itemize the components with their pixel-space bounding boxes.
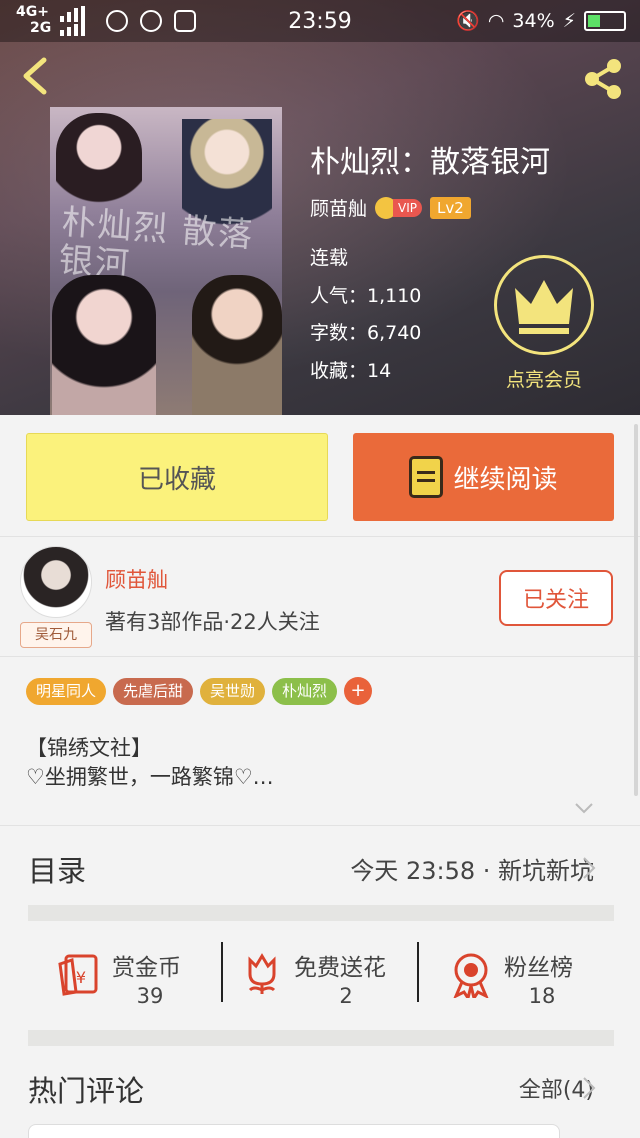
reward-coins-stat[interactable]: ¥ 赏金币 39 [28,922,220,1022]
fans-ranking-stat[interactable]: 粉丝榜 18 [420,922,614,1022]
tag-item[interactable]: 明星同人 [26,677,107,705]
book-header: 朴灿烈 散落银河 朴灿烈：散落银河 顾苗舢 VIP Lv2 连载 人气：1,11… [0,0,640,415]
toc-title[interactable]: 目录 [28,848,86,890]
member-crown-button[interactable] [494,255,594,355]
tag-item[interactable]: 朴灿烈 [272,677,338,705]
tag-list: 明星同人 先虐后甜 吴世勋 朴灿烈 + [26,677,373,705]
tag-item[interactable]: 先虐后甜 [113,677,194,705]
member-label[interactable]: 点亮会员 [480,365,608,392]
hot-comments-title: 热门评论 [28,1074,145,1108]
toc-latest-update[interactable]: 今天 23:58 · 新坑新坑 [350,851,594,886]
medal-icon [453,953,489,998]
word-count: 字数：6,740 [310,322,422,344]
back-button[interactable] [18,56,54,96]
battery-icon [584,10,626,31]
author-card-name[interactable]: 顾苗舢 [105,564,168,594]
battery-percent: 34% [512,9,555,32]
popularity-count: 人气：1,110 [310,285,422,307]
stats-row: ¥ 赏金币 39 免费送花 2 粉丝榜 18 [28,922,614,1022]
expand-chevron-down-icon[interactable] [574,798,594,818]
serial-status: 连载 [310,247,349,269]
level-badge: Lv2 [430,196,471,219]
wifi-icon: ◠ [487,9,505,32]
red-envelope-icon: ¥ [58,954,98,996]
crown-icon [515,280,573,334]
author-row: 顾苗舢 VIP Lv2 [310,194,471,221]
toc-chevron-right-icon[interactable] [582,856,596,880]
favorites-count: 收藏：14 [310,360,392,382]
charging-icon: ⚡ [562,9,576,32]
author-info: 著有3部作品·22人关注 [105,610,320,634]
mute-icon: 🔇 [456,10,480,32]
continue-reading-button[interactable]: 继续阅读 [353,433,614,521]
scrollbar[interactable] [634,424,638,796]
book-icon [409,456,444,498]
free-flowers-stat[interactable]: 免费送花 2 [224,922,416,1022]
flower-icon [248,953,276,994]
follow-button[interactable]: 已关注 [499,570,613,626]
status-bar: 4G+ 2G 23:59 🔇 ◠ 34% ⚡ [0,0,640,42]
book-description[interactable]: 【锦绣文社】 ♡坐拥繁世，一路繁锦♡… [26,734,274,792]
svg-text:¥: ¥ [76,968,86,987]
author-name[interactable]: 顾苗舢 [310,194,367,221]
share-icon[interactable] [580,56,626,102]
comments-chevron-right-icon[interactable] [582,1076,596,1100]
author-avatar[interactable] [20,546,92,618]
book-cover-image[interactable]: 朴灿烈 散落银河 [50,107,282,415]
tag-item[interactable]: 吴世勋 [200,677,266,705]
favorited-button[interactable]: 已收藏 [26,433,328,521]
avatar-tag: 吴石九 [20,622,92,648]
vip-badge: VIP [375,196,422,219]
book-title: 朴灿烈：散落银河 [310,145,550,180]
comment-card[interactable] [28,1124,560,1138]
add-tag-button[interactable]: + [344,677,373,705]
